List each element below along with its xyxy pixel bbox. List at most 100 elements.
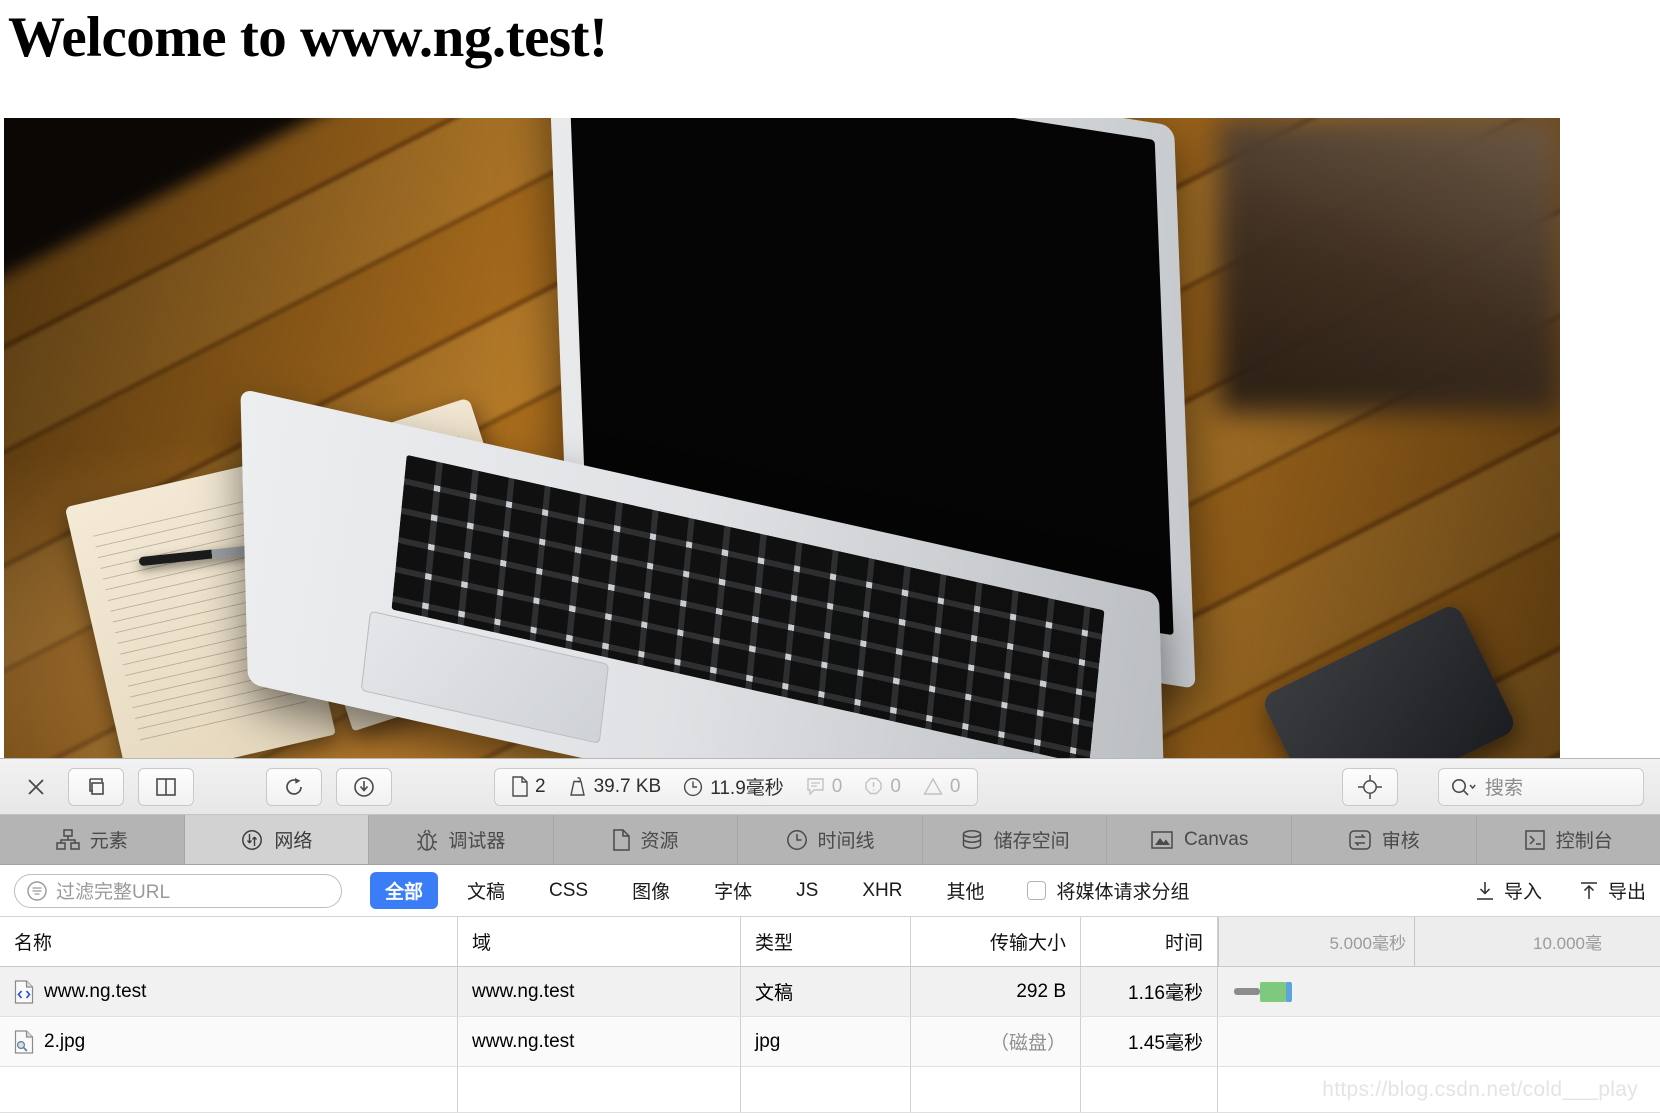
cell-type <box>741 1067 911 1112</box>
request-name: www.ng.test <box>44 980 147 1002</box>
tab-label: 网络 <box>274 831 313 852</box>
close-icon <box>25 776 47 798</box>
elements-icon <box>56 828 80 851</box>
image-document-icon <box>14 1029 34 1054</box>
code-document-icon <box>14 979 34 1004</box>
url-filter-input[interactable]: 过滤完整URL <box>14 873 342 908</box>
column-header-size[interactable]: 传输大小 <box>911 917 1081 966</box>
detach-window-icon <box>84 775 108 799</box>
checkbox-box[interactable] <box>1027 881 1047 900</box>
cell-name: 2.jpg <box>0 1017 458 1066</box>
timeline-tick-label: 10.000毫 <box>1533 934 1602 953</box>
message-bubble-icon <box>806 777 825 796</box>
split-layout-icon <box>154 776 178 798</box>
timeline-icon <box>786 829 808 851</box>
network-filter-bar: 过滤完整URL 全部 文稿 CSS 图像 字体 JS XHR 其他 将媒体请求分… <box>0 865 1660 917</box>
filter-chip-all[interactable]: 全部 <box>370 872 439 909</box>
error-icon <box>864 777 883 796</box>
timeline-tick-10ms: 10.000毫 <box>1414 917 1610 966</box>
column-header-domain[interactable]: 域 <box>458 917 741 966</box>
audit-icon <box>1348 829 1372 851</box>
network-requests-table: 名称 域 类型 传输大小 时间 5.000毫秒 10.000毫 www.ng.t… <box>0 917 1660 1113</box>
debugger-icon <box>416 828 438 852</box>
column-header-name[interactable]: 名称 <box>0 917 458 966</box>
network-stats-bar: 2 39.7 KB 11.9毫秒 0 0 0 <box>494 767 978 806</box>
filter-chip-css[interactable]: CSS <box>534 875 603 907</box>
clock-icon <box>683 777 703 797</box>
stat-load-time: 11.9毫秒 <box>683 773 784 800</box>
reload-icon <box>282 775 306 799</box>
tab-canvas[interactable]: Canvas <box>1107 815 1292 864</box>
document-icon <box>511 776 528 797</box>
tab-label: 储存空间 <box>993 831 1070 852</box>
table-row[interactable]: www.ng.test www.ng.test 文稿 292 B 1.16毫秒 <box>0 967 1660 1017</box>
canvas-icon <box>1150 830 1174 850</box>
tab-network[interactable]: 网络 <box>184 815 370 864</box>
download-har-button[interactable] <box>336 767 392 806</box>
tab-label: 元素 <box>89 831 128 852</box>
filter-chip-xhr[interactable]: XHR <box>847 875 917 907</box>
stat-warning-count: 0 <box>923 776 961 798</box>
tab-timeline[interactable]: 时间线 <box>738 815 923 864</box>
import-label: 导入 <box>1503 882 1542 903</box>
tab-resources[interactable]: 资源 <box>553 815 739 864</box>
tab-storage[interactable]: 储存空间 <box>922 815 1108 864</box>
table-row-empty <box>0 1067 1660 1113</box>
cell-time: 1.45毫秒 <box>1081 1017 1218 1066</box>
console-icon <box>1524 829 1546 851</box>
cell-name <box>0 1067 458 1112</box>
inspect-element-button[interactable] <box>1342 767 1398 806</box>
resources-icon <box>612 828 631 851</box>
group-media-requests-checkbox[interactable]: 将媒体请求分组 <box>1027 877 1189 904</box>
close-inspector-button[interactable] <box>16 768 56 806</box>
tab-debugger[interactable]: 调试器 <box>369 815 554 864</box>
web-page-content: Welcome to www.ng.test! MacBook Air <box>0 0 1660 758</box>
filter-chip-js[interactable]: JS <box>781 875 833 907</box>
filter-chip-document[interactable]: 文稿 <box>452 872 520 909</box>
filter-chip-image[interactable]: 图像 <box>617 872 685 909</box>
import-icon <box>1474 880 1496 902</box>
timeline-tick-5ms: 5.000毫秒 <box>1218 917 1414 966</box>
cell-size: （磁盘） <box>911 1017 1081 1066</box>
inspector-tabbar: 元素 网络 调试器 资源 时间线 储存空间 Canvas 审核 控制台 <box>0 815 1660 865</box>
column-header-type[interactable]: 类型 <box>741 917 911 966</box>
import-button[interactable]: 导入 <box>1474 877 1542 904</box>
web-inspector-panel: 2 39.7 KB 11.9毫秒 0 0 0 搜索 元素 网络 调试器 资源 时… <box>0 758 1660 1116</box>
warning-triangle-icon <box>923 777 943 796</box>
tab-elements[interactable]: 元素 <box>0 815 185 864</box>
table-row[interactable]: 2.jpg www.ng.test jpg （磁盘） 1.45毫秒 <box>0 1017 1660 1067</box>
detach-window-button[interactable] <box>68 767 124 806</box>
error-count-value: 0 <box>890 775 901 797</box>
column-header-time[interactable]: 时间 <box>1081 917 1218 966</box>
page-photo: MacBook Air <box>4 118 1560 758</box>
cell-type: jpg <box>741 1017 911 1066</box>
checkbox-label: 将媒体请求分组 <box>1056 882 1190 903</box>
tab-label: 审核 <box>1381 831 1420 852</box>
search-input[interactable]: 搜索 <box>1438 767 1644 806</box>
waterfall-segment-wait <box>1234 988 1260 995</box>
table-header-row: 名称 域 类型 传输大小 时间 5.000毫秒 10.000毫 <box>0 917 1660 967</box>
cell-time: 1.16毫秒 <box>1081 967 1218 1016</box>
cell-domain <box>458 1067 741 1112</box>
request-name: 2.jpg <box>44 1030 86 1052</box>
filter-chip-other[interactable]: 其他 <box>931 872 999 909</box>
tab-label: 控制台 <box>1555 831 1613 852</box>
reload-button[interactable] <box>266 767 322 806</box>
waterfall-segment-response <box>1286 981 1292 1002</box>
load-time-value: 11.9毫秒 <box>710 778 784 799</box>
resource-count-value: 2 <box>535 775 546 797</box>
export-button[interactable]: 导出 <box>1578 877 1646 904</box>
export-label: 导出 <box>1607 882 1646 903</box>
cell-domain: www.ng.test <box>458 1017 741 1066</box>
resource-type-filters: 全部 文稿 CSS 图像 字体 JS XHR 其他 <box>370 872 1013 909</box>
tab-audit[interactable]: 审核 <box>1291 815 1477 864</box>
url-filter-placeholder: 过滤完整URL <box>56 882 171 903</box>
split-layout-button[interactable] <box>138 767 194 806</box>
message-count-value: 0 <box>831 775 843 797</box>
download-icon <box>352 775 376 799</box>
stat-transfer-size: 39.7 KB <box>568 776 661 798</box>
filter-chip-font[interactable]: 字体 <box>699 872 767 909</box>
macbook-air: MacBook Air <box>222 118 1342 758</box>
tab-console[interactable]: 控制台 <box>1476 815 1660 864</box>
waterfall-segment-download <box>1260 981 1286 1002</box>
